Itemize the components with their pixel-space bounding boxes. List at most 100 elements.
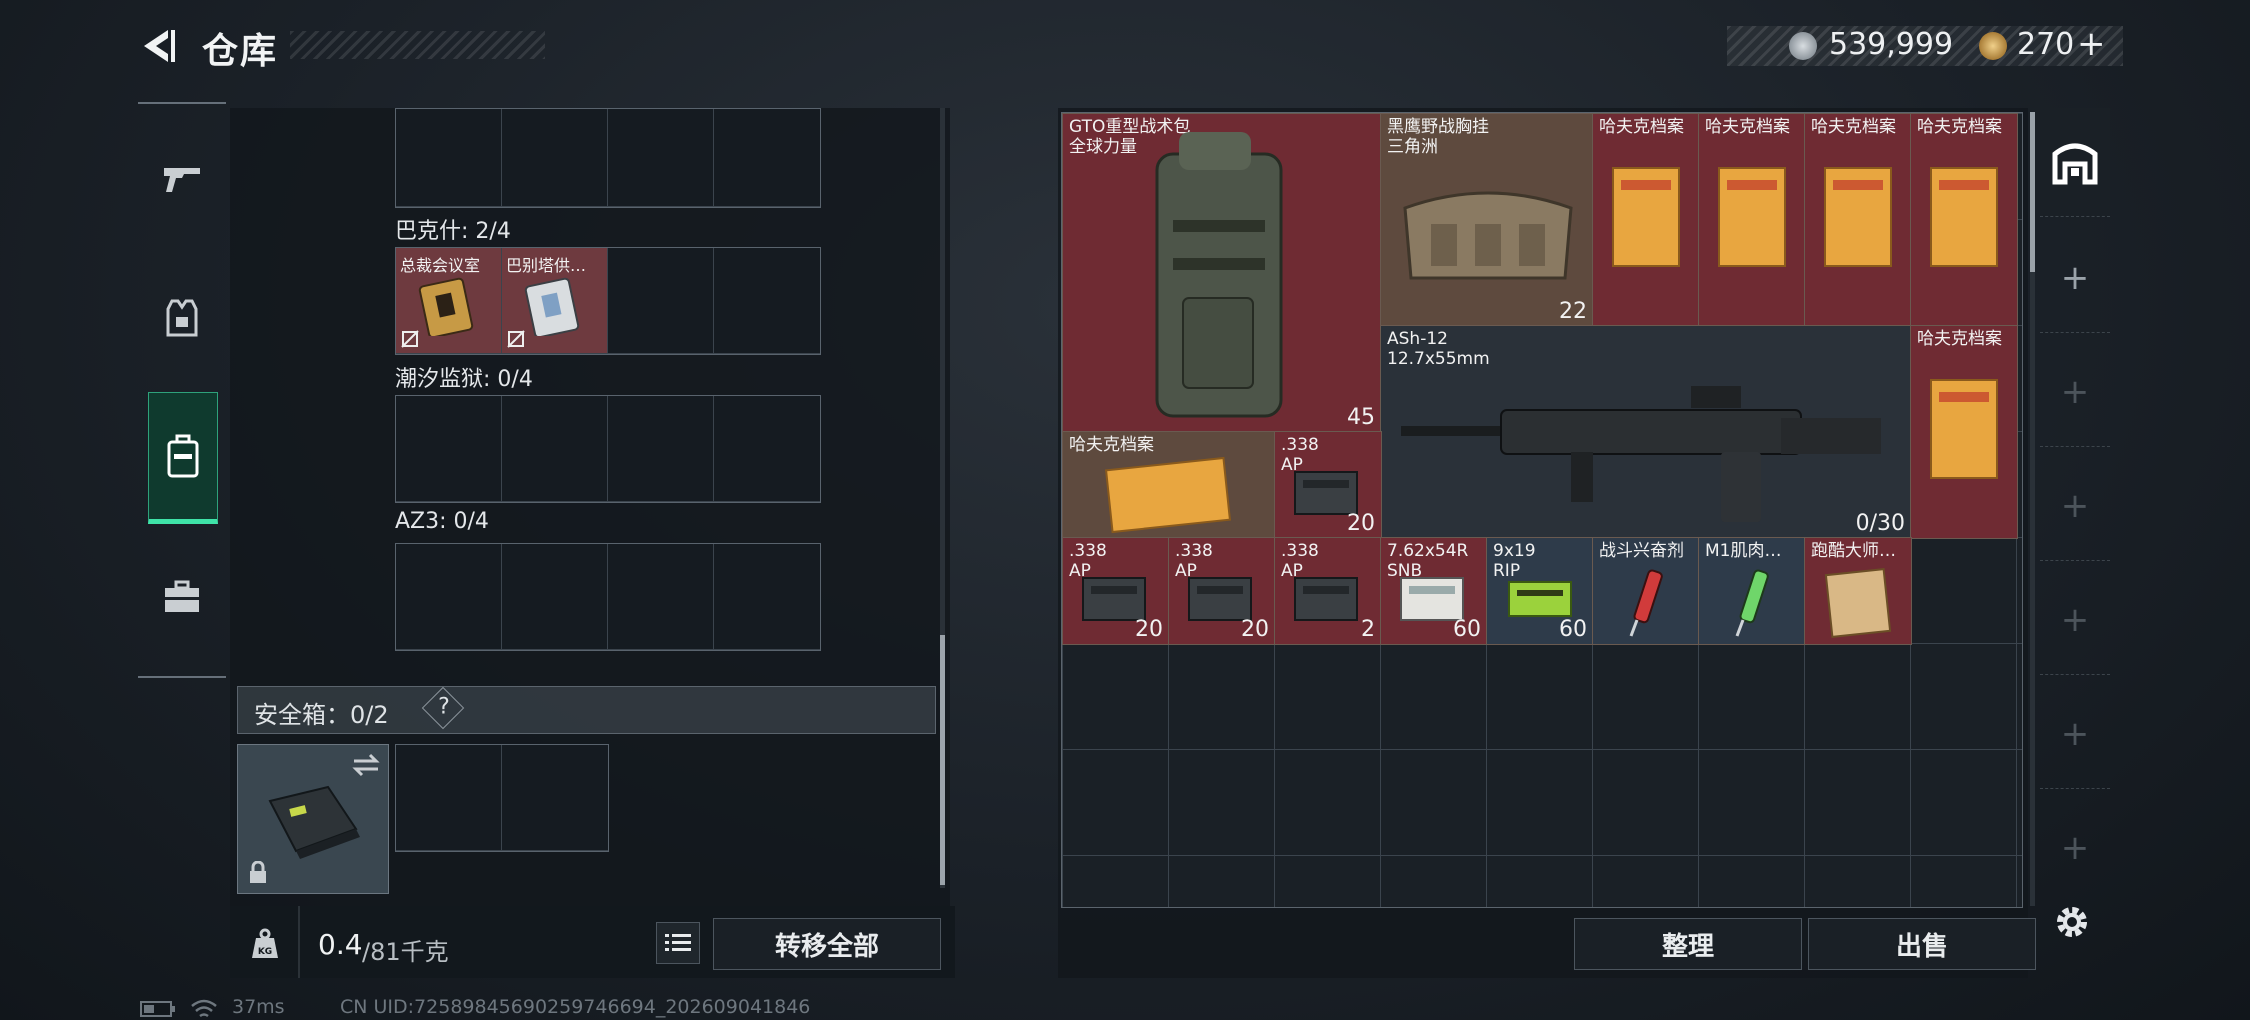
sell-button[interactable]: 出售	[1808, 918, 2036, 970]
item-name: 哈夫克档案	[1917, 117, 2002, 137]
injector-item[interactable]: M1肌肉…	[1698, 537, 1806, 645]
silver-coin-icon	[1789, 32, 1817, 60]
syringe-icon	[1629, 569, 1663, 637]
ammo-item[interactable]: .338 AP 20	[1062, 537, 1170, 645]
item-name: 哈夫克档案	[1069, 435, 1154, 455]
weight-current: 0.4	[318, 928, 363, 961]
ammo-item[interactable]: .338 AP 20	[1168, 537, 1276, 645]
item-count: 2	[1361, 617, 1375, 642]
swap-icon[interactable]	[352, 753, 380, 777]
file-icon	[1104, 456, 1232, 534]
item-name: 哈夫克档案	[1599, 117, 1684, 137]
tab-gear[interactable]	[148, 285, 216, 353]
file-item[interactable]: 哈夫克档案	[1698, 113, 1806, 327]
tab-weapons[interactable]	[148, 145, 216, 213]
battery-icon	[140, 1001, 175, 1017]
item-name: ASh-12 12.7x55mm	[1387, 329, 1490, 369]
item-name: 9x19 RIP	[1493, 541, 1536, 581]
uid-text: CN UID:7258984569025974669‌4_20260904184…	[340, 996, 811, 1018]
file-item[interactable]: 哈夫克档案	[1804, 113, 1912, 327]
keycard-icon	[524, 277, 580, 336]
warehouse-icon	[2052, 143, 2098, 185]
item-name: 哈夫克档案	[1705, 117, 1790, 137]
ammo-box-icon	[1508, 581, 1572, 617]
warehouse-grid[interactable]: GTO重型战术包 全球力量 45 黑鹰野战胸挂 三角洲 22 哈夫克档案 哈夫克…	[1061, 112, 2023, 908]
document-item[interactable]: 跑酷大师…	[1804, 537, 1912, 645]
item-card[interactable]: 总裁会议室	[396, 248, 502, 354]
file-icon	[1930, 379, 1998, 479]
container-grid-az3[interactable]	[395, 543, 821, 651]
injector-item[interactable]: 战斗兴奋剂	[1592, 537, 1700, 645]
item-name: 巴别塔供…	[506, 256, 587, 275]
add-page-button[interactable]: +	[2040, 338, 2110, 447]
item-count: 0/30	[1855, 511, 1905, 536]
section-label-tidal-prison: 潮汐监狱: 0/4	[395, 367, 533, 392]
ammo-item[interactable]: 9x19 RIP 60	[1486, 537, 1594, 645]
gold-coin-icon	[1979, 32, 2007, 60]
backpack-icon	[1155, 132, 1283, 418]
help-icon[interactable]: ?	[421, 686, 465, 730]
armor-icon	[166, 299, 198, 337]
gun-icon	[164, 168, 200, 192]
left-scrollbar-thumb[interactable]	[940, 635, 945, 885]
ammo-item[interactable]: 7.62x54R SNB 60	[1380, 537, 1488, 645]
list-icon	[665, 934, 691, 951]
chest-rig-icon	[1403, 191, 1573, 280]
ping-text: 37ms	[232, 996, 285, 1018]
warehouse-page-1[interactable]	[2040, 108, 2110, 217]
list-view-button[interactable]	[656, 922, 700, 964]
warehouse-pages: + + + + + +	[2040, 108, 2110, 908]
backpack-item[interactable]: GTO重型战术包 全球力量 45	[1062, 113, 1382, 433]
file-icon	[1718, 167, 1786, 267]
section-label-bakhsh: 巴克什: 2/4	[395, 219, 511, 244]
transfer-all-button[interactable]: 转移全部	[713, 918, 941, 970]
ammo-item[interactable]: .338 AP 2	[1274, 537, 1382, 645]
left-bottom-bar: KG 0.4 /81千克 转移全部	[230, 906, 955, 978]
container-grid-top[interactable]	[395, 108, 821, 208]
right-scrollbar-thumb[interactable]	[2030, 112, 2035, 272]
lock-icon	[250, 861, 266, 883]
tab-briefcase[interactable]	[148, 563, 216, 631]
chest-rig-item[interactable]: 黑鹰野战胸挂 三角洲 22	[1380, 113, 1594, 327]
file-item[interactable]: 哈夫克档案	[1910, 325, 2018, 539]
item-count: 20	[1135, 617, 1163, 642]
container-grid-tidal[interactable]	[395, 395, 821, 503]
add-currency-button[interactable]: +	[2077, 24, 2106, 64]
safe-box-slot[interactable]	[237, 744, 389, 894]
no-trade-icon	[507, 330, 525, 348]
add-page-button[interactable]: +	[2040, 794, 2110, 902]
item-count: 20	[1347, 511, 1375, 536]
file-item[interactable]: 哈夫克档案	[1062, 431, 1276, 539]
item-count: 45	[1347, 405, 1375, 430]
safe-box-label: 安全箱：0/2	[254, 701, 389, 729]
tidy-button[interactable]: 整理	[1574, 918, 1802, 970]
ammo-box-icon	[1294, 577, 1358, 621]
container-grid-bakhsh[interactable]: 总裁会议室 巴别塔供…	[395, 247, 821, 355]
ammo-item[interactable]: .338 AP 20	[1274, 431, 1382, 539]
file-item[interactable]: 哈夫克档案	[1910, 113, 2018, 327]
item-count: 20	[1241, 617, 1269, 642]
add-page-button[interactable]: +	[2040, 452, 2110, 561]
add-page-button[interactable]: +	[2040, 680, 2110, 789]
file-icon	[1824, 167, 1892, 267]
weight-icon: KG	[252, 928, 278, 958]
settings-gear-icon[interactable]	[2052, 902, 2092, 942]
case-icon	[167, 434, 199, 478]
keycard-icon	[418, 277, 474, 336]
item-name: 黑鹰野战胸挂 三角洲	[1387, 117, 1489, 157]
file-icon	[1930, 167, 1998, 267]
title-decoration	[290, 31, 545, 59]
add-page-button[interactable]: +	[2040, 566, 2110, 675]
item-name: 战斗兴奋剂	[1599, 541, 1684, 561]
tab-container[interactable]	[148, 392, 218, 524]
safe-box-grid[interactable]	[395, 744, 609, 852]
wifi-icon	[191, 999, 217, 1018]
item-card[interactable]: 巴别塔供…	[502, 248, 608, 354]
file-item[interactable]: 哈夫克档案	[1592, 113, 1700, 327]
item-count: 60	[1559, 617, 1587, 642]
add-page-button[interactable]: +	[2040, 224, 2110, 333]
back-icon[interactable]	[138, 26, 178, 66]
file-icon	[1612, 167, 1680, 267]
item-count: 60	[1453, 617, 1481, 642]
rifle-item[interactable]: ASh-12 12.7x55mm 0/30	[1380, 325, 1912, 539]
